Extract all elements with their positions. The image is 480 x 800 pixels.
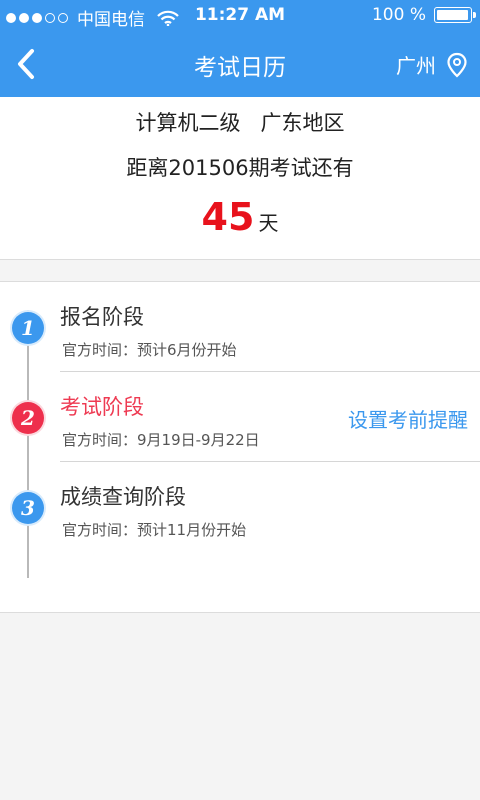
days-number: 45 — [201, 195, 255, 239]
stage-name: 考试阶段 — [60, 395, 144, 419]
exam-timeline: 1 报名阶段 官方时间：预计6月份开始 2 考试阶段 官方时间：9月19日-9月… — [0, 281, 480, 613]
stage-name: 报名阶段 — [60, 305, 144, 329]
battery-fill — [437, 10, 468, 20]
countdown-panel: 计算机二级 广东地区 距离201506期考试还有 45 天 — [0, 97, 480, 260]
stage-number-badge: 1 — [12, 312, 44, 344]
status-bar: 中国电信 11:27 AM 100 % — [0, 0, 480, 32]
stage-time: 官方时间：预计6月份开始 — [62, 341, 237, 359]
status-right: 100 % — [371, 5, 476, 25]
exam-name: 计算机二级 — [135, 111, 241, 135]
city-label: 广州 — [396, 54, 436, 78]
stage-time: 官方时间：预计11月份开始 — [62, 521, 247, 539]
exam-info: 计算机二级 广东地区 — [0, 107, 480, 137]
set-reminder-button[interactable]: 设置考前提醒 — [348, 404, 468, 433]
header: 中国电信 11:27 AM 100 % 考试日历 广州 — [0, 0, 480, 97]
navbar: 考试日历 广州 — [0, 32, 480, 97]
stage-number-badge: 3 — [12, 492, 44, 524]
stage-registration[interactable]: 1 报名阶段 官方时间：预计6月份开始 — [0, 282, 480, 370]
stage-results[interactable]: 3 成绩查询阶段 官方时间：预计11月份开始 — [0, 462, 480, 550]
stage-number-badge: 2 — [12, 402, 44, 434]
stage-exam[interactable]: 2 考试阶段 官方时间：9月19日-9月22日 设置考前提醒 — [0, 372, 480, 460]
stage-name: 成绩查询阶段 — [60, 485, 186, 509]
days-unit: 天 — [258, 211, 279, 235]
days-remaining: 45 天 — [0, 195, 480, 239]
location-pin-icon — [447, 52, 467, 78]
battery-icon — [434, 7, 476, 23]
battery-percent: 100 % — [371, 5, 426, 25]
city-selector[interactable]: 广州 — [396, 50, 468, 79]
exam-region: 广东地区 — [260, 111, 345, 135]
stage-time: 官方时间：9月19日-9月22日 — [62, 431, 260, 449]
period-text: 距离201506期考试还有 — [126, 156, 354, 180]
